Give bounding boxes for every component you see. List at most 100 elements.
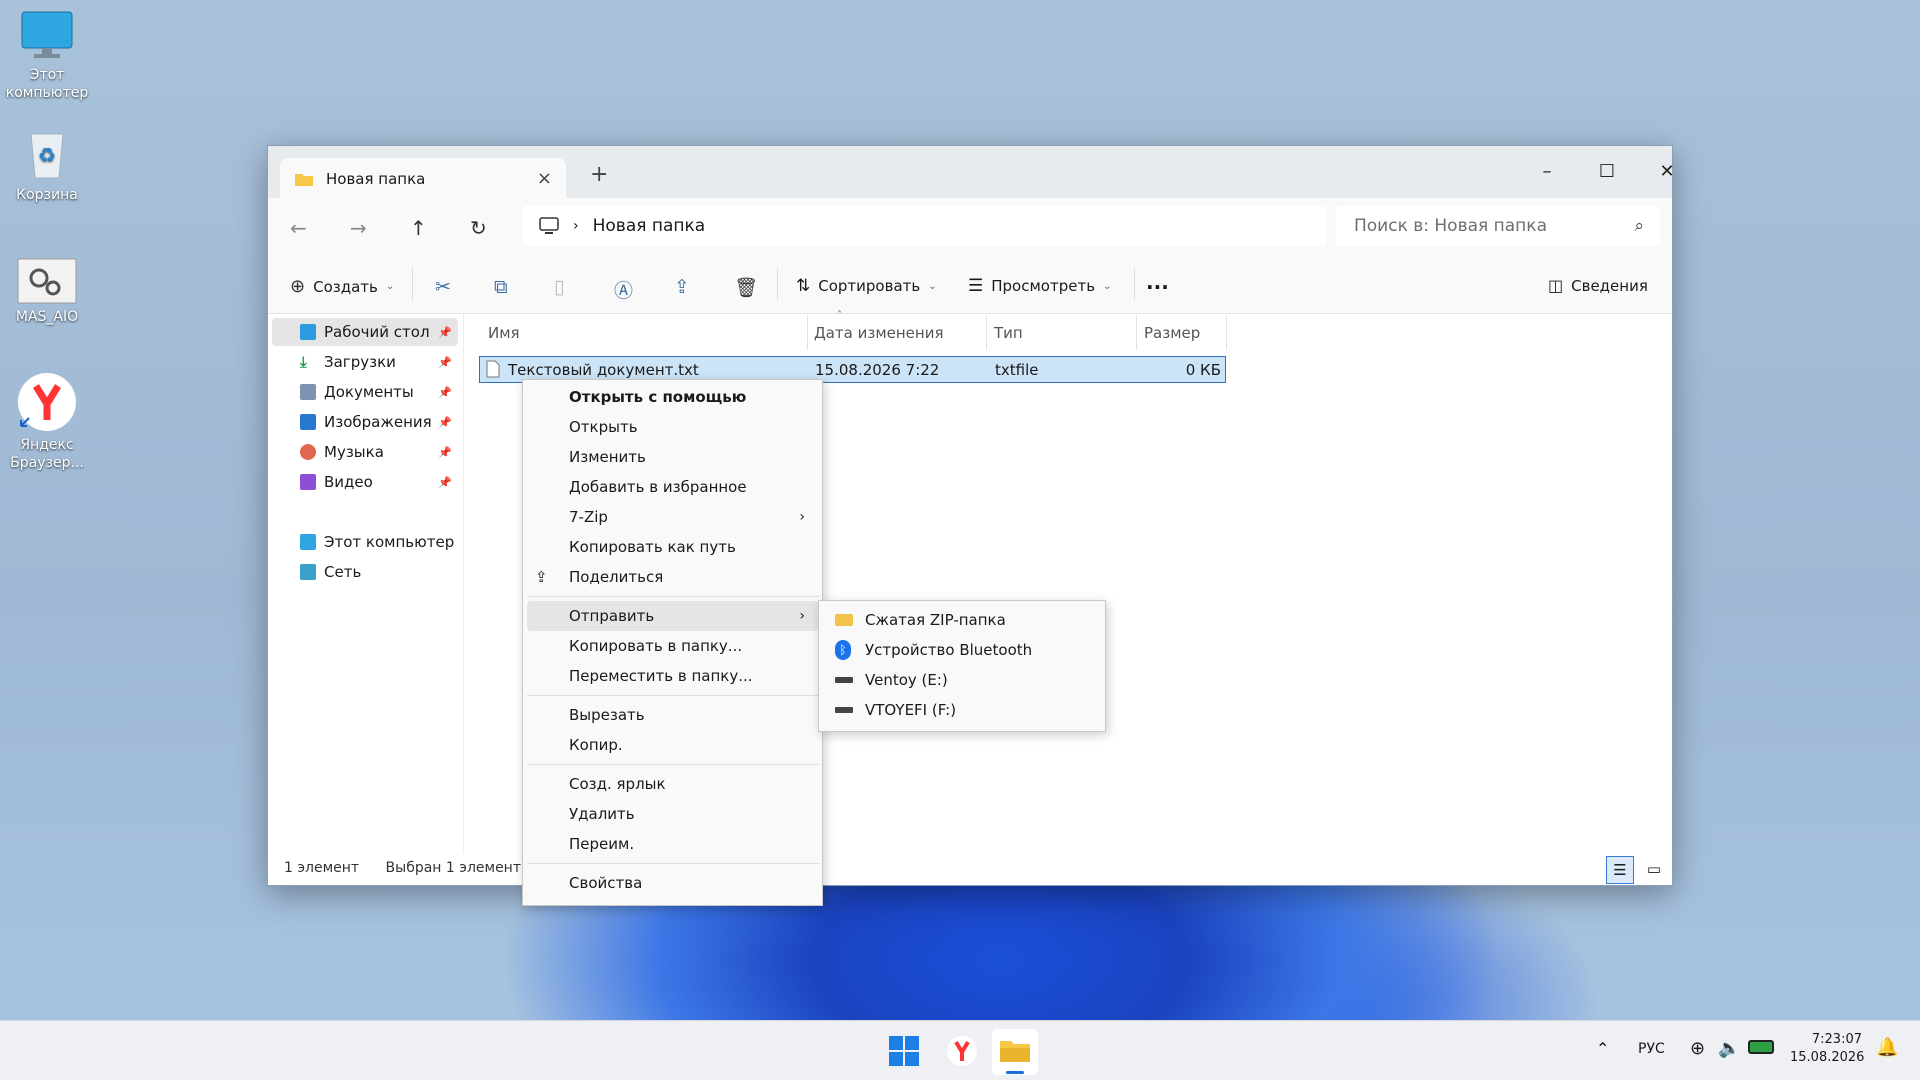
sidebar-item-network[interactable]: Сеть <box>272 558 458 586</box>
language-indicator[interactable]: РУС <box>1638 1041 1665 1057</box>
submenu-item-bluetooth[interactable]: ᛒ Устройство Bluetooth <box>823 635 1101 665</box>
menu-item-cut[interactable]: Вырезать <box>527 700 819 730</box>
sidebar-item-desktop[interactable]: Рабочий стол 📌 <box>272 318 458 346</box>
menu-item-copy[interactable]: Копир. <box>527 730 819 760</box>
search-placeholder: Поиск в: Новая папка <box>1354 216 1547 236</box>
sidebar-item-label: Сеть <box>324 563 362 581</box>
column-header-name[interactable]: Имя <box>488 324 520 342</box>
close-window-button[interactable]: ✕ <box>1642 154 1692 188</box>
refresh-button[interactable]: ↻ <box>470 216 487 240</box>
volume-icon[interactable]: 🔈 <box>1718 1038 1740 1059</box>
column-header-type[interactable]: Тип <box>994 324 1023 342</box>
music-icon <box>300 444 316 460</box>
desktop-icon-mas-aio[interactable]: MAS_AIO <box>0 258 94 326</box>
file-explorer-taskbar-button[interactable] <box>992 1029 1038 1075</box>
sidebar-item-this-pc[interactable]: Этот компьютер <box>272 528 458 556</box>
details-button[interactable]: ◫ Сведения <box>1548 276 1648 295</box>
menu-item-open[interactable]: Открыть <box>527 412 819 442</box>
menu-item-add-favorites[interactable]: Добавить в избранное <box>527 472 819 502</box>
menu-divider <box>527 695 819 696</box>
menu-item-move-to-folder[interactable]: Переместить в папку... <box>527 661 819 691</box>
tab-new-folder[interactable]: Новая папка × <box>280 158 566 200</box>
minimize-button[interactable]: – <box>1522 154 1572 188</box>
desktop-icon-label: Яндекс Браузер... <box>10 437 84 471</box>
clock-time: 7:23:07 <box>1811 1032 1862 1047</box>
status-bar: 1 элемент Выбран 1 элемент: 0 <box>284 860 539 876</box>
menu-item-7zip[interactable]: 7-Zip › <box>527 502 819 532</box>
menu-item-create-shortcut[interactable]: Созд. ярлык <box>527 769 819 799</box>
desktop-icon-yandex-browser[interactable]: Яндекс Браузер... <box>0 372 94 472</box>
menu-item-properties[interactable]: Свойства <box>527 868 819 898</box>
folder-icon <box>1000 1041 1030 1062</box>
view-icon: ☰ <box>968 276 984 296</box>
paste-icon[interactable]: ▯ <box>554 276 564 298</box>
share-icon[interactable]: ⇪ <box>674 276 690 298</box>
column-header-size[interactable]: Размер <box>1144 324 1200 342</box>
start-button-icon[interactable] <box>888 1035 920 1067</box>
network-icon[interactable]: ⊕ <box>1690 1038 1705 1059</box>
menu-item-share[interactable]: ⇪ Поделиться <box>527 562 819 592</box>
cut-icon[interactable]: ✂ <box>435 276 451 298</box>
close-tab-icon[interactable]: × <box>537 168 552 189</box>
this-pc-icon <box>539 217 559 234</box>
more-options-button[interactable]: ... <box>1146 270 1169 294</box>
breadcrumb: Новая папка <box>592 216 706 236</box>
submenu-item-label: Устройство Bluetooth <box>865 641 1033 659</box>
address-bar[interactable]: › Новая папка <box>523 206 1326 246</box>
clock[interactable]: 7:23:07 15.08.2026 <box>1790 1031 1864 1067</box>
share-icon: ⇪ <box>535 568 548 586</box>
menu-item-rename[interactable]: Переим. <box>527 829 819 859</box>
menu-item-delete[interactable]: Удалить <box>527 799 819 829</box>
documents-icon <box>300 384 316 400</box>
search-box[interactable]: Поиск в: Новая папка ⌕ <box>1336 206 1660 246</box>
menu-item-copy-as-path[interactable]: Копировать как путь <box>527 532 819 562</box>
divider <box>412 268 413 300</box>
delete-icon[interactable]: 🗑 <box>734 276 758 299</box>
submenu-item-vtoyefi[interactable]: VTOYEFI (F:) <box>823 695 1101 725</box>
sidebar-item-label: Изображения <box>324 413 432 431</box>
sort-button[interactable]: ⇅ Сортировать ⌄ <box>796 276 937 296</box>
back-button[interactable]: ← <box>290 216 307 240</box>
menu-divider <box>527 596 819 597</box>
submenu-item-label: VTOYEFI (F:) <box>865 701 957 719</box>
battery-icon[interactable] <box>1748 1040 1774 1054</box>
sidebar-item-pictures[interactable]: Изображения 📌 <box>272 408 458 436</box>
notifications-icon[interactable]: 🔔 <box>1876 1037 1898 1058</box>
sidebar-item-label: Видео <box>324 473 373 491</box>
tab-title: Новая папка <box>326 170 426 188</box>
pin-icon: 📌 <box>438 325 452 339</box>
menu-item-open-with[interactable]: Открыть с помощью <box>527 382 819 412</box>
column-divider <box>1136 316 1137 350</box>
forward-button[interactable]: → <box>350 216 367 240</box>
maximize-button[interactable]: ☐ <box>1582 154 1632 188</box>
file-type: txtfile <box>995 361 1039 379</box>
chevron-up-icon[interactable]: ⌃ <box>1596 1039 1609 1058</box>
copy-icon[interactable]: ⧉ <box>494 276 508 298</box>
sidebar-item-documents[interactable]: Документы 📌 <box>272 378 458 406</box>
rename-icon[interactable]: Ⓐ <box>614 276 633 303</box>
menu-item-edit[interactable]: Изменить <box>527 442 819 472</box>
menu-item-copy-to-folder[interactable]: Копировать в папку... <box>527 631 819 661</box>
column-header-date[interactable]: Дата изменения <box>814 324 944 342</box>
desktop-icon-this-pc[interactable]: Этот компьютер <box>0 10 94 102</box>
zip-folder-icon <box>835 614 853 626</box>
yandex-browser-taskbar-icon[interactable] <box>946 1035 978 1067</box>
new-tab-button[interactable]: + <box>590 162 608 187</box>
sidebar-item-music[interactable]: Музыка 📌 <box>272 438 458 466</box>
chevron-right-icon: › <box>573 218 579 234</box>
tiles-view-toggle[interactable]: ▭ <box>1640 856 1668 884</box>
create-button[interactable]: ⊕ Создать ⌄ <box>290 276 394 297</box>
column-divider <box>986 316 987 350</box>
submenu-item-zip[interactable]: Сжатая ZIP-папка <box>823 605 1101 635</box>
send-to-submenu: Сжатая ZIP-папка ᛒ Устройство Bluetooth V… <box>818 600 1106 732</box>
up-button[interactable]: ↑ <box>410 216 427 240</box>
desktop-icon-recycle-bin[interactable]: ♻ Корзина <box>0 128 94 204</box>
sidebar-item-videos[interactable]: Видео 📌 <box>272 468 458 496</box>
details-view-toggle[interactable]: ☰ <box>1606 856 1634 884</box>
sidebar-item-label: Музыка <box>324 443 384 461</box>
view-button[interactable]: ☰ Просмотреть ⌄ <box>968 276 1111 296</box>
pin-icon: 📌 <box>438 475 452 489</box>
menu-item-send-to[interactable]: Отправить › <box>527 601 819 631</box>
sidebar-item-downloads[interactable]: ⤓ Загрузки 📌 <box>272 348 458 376</box>
submenu-item-ventoy[interactable]: Ventoy (E:) <box>823 665 1101 695</box>
